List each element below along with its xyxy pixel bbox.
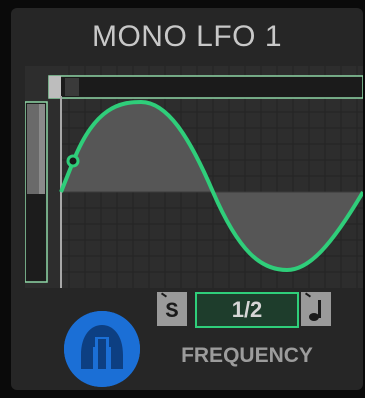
depth-slider-highlight (39, 104, 45, 194)
lfo-panel: MONO LFO 1 S 1/2 FREQUENCY (11, 8, 363, 390)
waveform-svg (25, 66, 363, 288)
loop-start-handle[interactable] (49, 76, 61, 98)
plugin-logo-icon[interactable] (64, 311, 140, 387)
loop-range-bar[interactable] (48, 75, 363, 99)
frequency-label: FREQUENCY (181, 344, 313, 367)
lfo-waveform-display[interactable] (25, 66, 363, 288)
frequency-value-field[interactable]: 1/2 (195, 292, 299, 328)
note-mode-button[interactable] (301, 292, 331, 326)
frequency-controls: S 1/2 (157, 292, 337, 332)
playhead-marker (65, 78, 79, 96)
sync-mode-label: S (165, 299, 179, 324)
sync-mode-icon (160, 292, 168, 298)
note-icon (309, 300, 321, 321)
phase-point[interactable] (66, 154, 80, 168)
sync-mode-button[interactable]: S (157, 292, 187, 326)
lfo-title: MONO LFO 1 (91, 20, 283, 53)
